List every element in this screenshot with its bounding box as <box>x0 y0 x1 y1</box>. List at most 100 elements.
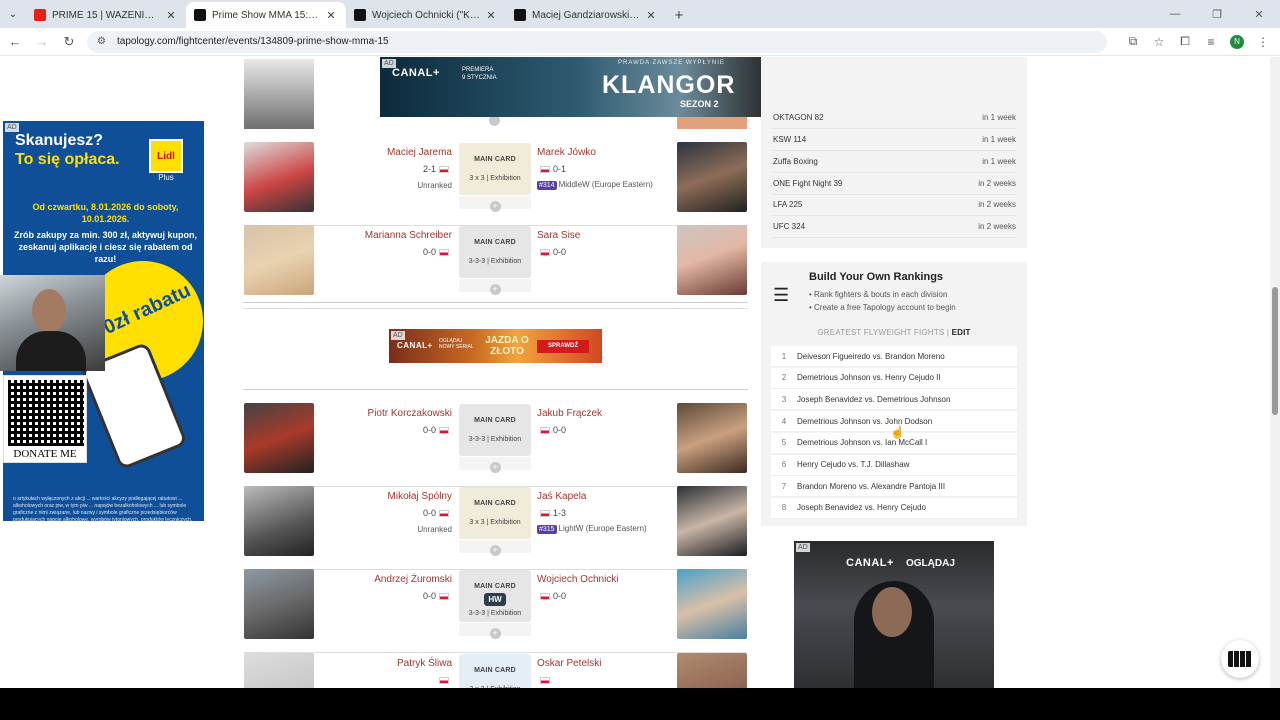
upcoming-event-row[interactable]: Zuffa Boxing in 1 week <box>773 151 1016 173</box>
event-name-link[interactable]: UFC 324 <box>773 222 805 231</box>
ad-body: Od czwartku, 8.01.2026 do soboty, 10.01.… <box>13 202 198 264</box>
ranking-row[interactable]: 3 Joseph Benavidez vs. Demetrious Johnson <box>771 389 1017 411</box>
fighter-photo[interactable] <box>244 225 314 295</box>
media-control-icon[interactable]: ≡ <box>1198 31 1224 53</box>
ranking-fight-link[interactable]: Deiveson Figueiredo vs. Brandon Moreno <box>797 352 945 361</box>
fight-expand-button[interactable]: + <box>459 540 531 556</box>
ranking-row[interactable]: 8 Joseph Benavidez vs. Henry Cejudo <box>771 497 1017 519</box>
upcoming-event-row[interactable]: KSW 114 in 1 week <box>773 129 1016 151</box>
rank-badge[interactable]: #314 <box>537 181 557 190</box>
ranking-fight-link[interactable]: Brandon Moreno vs. Alexandre Pantoja III <box>797 482 945 491</box>
close-tab-icon[interactable]: ✕ <box>164 9 178 22</box>
event-name-link[interactable]: KSW 114 <box>773 135 806 144</box>
reload-icon[interactable]: ↻ <box>57 30 81 54</box>
browser-tab-1[interactable]: Prime Show MMA 15: Freakme ✕ <box>186 2 346 28</box>
fighter-name-link[interactable]: Patryk Śliwa <box>397 658 452 669</box>
fighter-name-link[interactable]: Marek Jówko <box>537 147 596 158</box>
bout-card-info[interactable]: MAIN CARD3 x 3 | Exhibition <box>459 487 531 539</box>
ranking-fight-link[interactable]: Demetrious Johnson vs. John Dodson <box>797 417 932 426</box>
fighter-photo[interactable] <box>244 142 314 212</box>
fighter-name-link[interactable]: Wojciech Ochnicki <box>537 574 619 585</box>
close-tab-icon[interactable]: ✕ <box>324 9 338 22</box>
ranking-row[interactable]: 7 Brandon Moreno vs. Alexandre Pantoja II… <box>771 476 1017 498</box>
fighter-name-link[interactable]: Mikołaj Spólny <box>388 491 452 502</box>
upcoming-event-row[interactable]: ONE Fight Night 39 in 2 weeks <box>773 173 1016 195</box>
fighter-name-link[interactable]: Marianna Schreiber <box>365 230 452 241</box>
rankings-panel: ☰ Build Your Own Rankings • Rank fighter… <box>761 262 1027 526</box>
ad-cta-button[interactable]: SPRAWDŹ <box>537 340 589 353</box>
fighter-photo[interactable] <box>677 486 747 556</box>
restore-icon[interactable]: ❐ <box>1196 0 1238 28</box>
browser-tab-0[interactable]: PRIME 15 | WAŻENIE + ZADYM ✕ <box>26 2 186 28</box>
bout-card-info[interactable]: MAIN CARD3 x 3 | Exhibition <box>459 654 531 688</box>
page-scrollbar[interactable] <box>1270 57 1280 688</box>
fight-expand-button[interactable]: + <box>459 623 531 639</box>
fighter-photo[interactable] <box>677 403 747 473</box>
forward-icon[interactable]: → <box>30 30 54 54</box>
extensions-icon[interactable]: ⧠ <box>1172 31 1198 53</box>
upcoming-event-row[interactable]: UFC 324 in 2 weeks <box>773 216 1016 238</box>
close-tab-icon[interactable]: ✕ <box>484 9 498 22</box>
ranking-fight-link[interactable]: Demetrious Johnson vs. Henry Cejudo II <box>797 373 941 382</box>
minimize-icon[interactable]: — <box>1154 0 1196 28</box>
close-window-icon[interactable]: ✕ <box>1238 0 1280 28</box>
taskbar <box>0 688 1280 720</box>
fighter-name-link[interactable]: Oskar Petelski <box>537 658 601 669</box>
rank-badge[interactable]: #315 <box>537 525 557 534</box>
ranking-fight-link[interactable]: Henry Cejudo vs. T.J. Dillashaw <box>797 460 909 469</box>
ranking-fight-link[interactable]: Joseph Benavidez vs. Demetrious Johnson <box>797 395 950 404</box>
fighter-name-link[interactable]: Sara Sise <box>537 230 580 241</box>
poland-flag-icon <box>540 249 550 257</box>
fighter-photo[interactable] <box>677 225 747 295</box>
ranking-fight-link[interactable]: Demetrious Johnson vs. Ian McCall I <box>797 438 927 447</box>
fighter-name-link[interactable]: Jaś Kapela <box>537 491 586 502</box>
site-info-icon[interactable]: ⚙ <box>97 36 109 48</box>
fight-expand-button[interactable]: + <box>459 279 531 295</box>
tapology-menu-button[interactable] <box>1221 640 1259 678</box>
translate-icon[interactable]: ⧉ <box>1120 31 1146 53</box>
bout-card-info[interactable]: MAIN CARD HW 3-3-3 | Exhibition <box>459 570 531 622</box>
ranking-row[interactable]: 1 Deiveson Figueiredo vs. Brandon Moreno <box>771 346 1017 367</box>
fighter-photo[interactable] <box>677 653 747 688</box>
bout-card-info[interactable]: MAIN CARD 3-3-3 | Exhibition <box>459 404 531 456</box>
fighter-photo[interactable] <box>677 569 747 639</box>
browser-tab-2[interactable]: Wojciech Ochnicki ("Kazik Karte ✕ <box>346 2 506 28</box>
profile-avatar[interactable]: N <box>1230 34 1244 49</box>
fighter-name-link[interactable]: Jakub Frączek <box>537 408 602 419</box>
browser-tab-3[interactable]: Maciej Gandziarowski ("Gorzk ✕ <box>506 2 666 28</box>
fighter-photo[interactable] <box>244 569 314 639</box>
fighter-photo[interactable] <box>244 486 314 556</box>
browser-menu-icon[interactable]: ⋮ <box>1250 31 1276 53</box>
event-name-link[interactable]: ONE Fight Night 39 <box>773 179 842 188</box>
bookmark-star-icon[interactable]: ☆ <box>1146 31 1172 53</box>
ranking-row[interactable]: 2 Demetrious Johnson vs. Henry Cejudo II <box>771 367 1017 389</box>
upcoming-event-row[interactable]: OKTAGON 82 in 1 week <box>773 107 1016 129</box>
fighter-name-link[interactable]: Andrzej Żuromski <box>374 574 452 585</box>
event-name-link[interactable]: LFA 225 <box>773 200 802 209</box>
canal-plus-mid-ad[interactable]: AD CANAL+ OGLĄDAJ NOWY SERIAL JAZDA O ZŁ… <box>389 329 602 363</box>
fighter-photo[interactable] <box>244 653 314 688</box>
fighter-name-link[interactable]: Maciej Jarema <box>387 147 452 158</box>
ranking-row[interactable]: 6 Henry Cejudo vs. T.J. Dillashaw <box>771 454 1017 476</box>
fighter-photo[interactable] <box>244 59 314 129</box>
fight-expand-button[interactable]: + <box>459 457 531 473</box>
back-icon[interactable]: ← <box>3 30 27 54</box>
event-name-link[interactable]: Zuffa Boxing <box>773 157 818 166</box>
tab-search-icon[interactable]: ⌄ <box>0 0 26 28</box>
bout-card-info[interactable]: MAIN CARD 3-3-3 | Exhibition <box>459 226 531 278</box>
fighter-name-link[interactable]: Piotr Korczakowski <box>368 408 452 419</box>
rankings-edit-link[interactable]: EDIT <box>952 328 971 337</box>
fight-row: Andrzej Żuromski Wojciech Ochnicki 0-0 0-0 M… <box>243 569 748 653</box>
bout-card-info[interactable]: MAIN CARD3 x 3 | Exhibition <box>459 143 531 195</box>
fight-expand-button[interactable]: + <box>459 196 531 212</box>
new-tab-icon[interactable]: + <box>666 2 692 28</box>
canal-plus-right-ad[interactable]: AD CANAL+ OGLĄDAJ <box>794 541 994 688</box>
fighter-photo[interactable] <box>677 142 747 212</box>
ranking-fight-link[interactable]: Joseph Benavidez vs. Henry Cejudo <box>797 503 926 512</box>
event-name-link[interactable]: OKTAGON 82 <box>773 113 824 122</box>
scrollbar-thumb[interactable] <box>1272 287 1278 415</box>
address-bar[interactable]: ⚙ tapology.com/fightcenter/events/134809… <box>87 30 1107 53</box>
upcoming-event-row[interactable]: LFA 225 in 2 weeks <box>773 194 1016 216</box>
close-tab-icon[interactable]: ✕ <box>644 9 658 22</box>
fighter-photo[interactable] <box>244 403 314 473</box>
